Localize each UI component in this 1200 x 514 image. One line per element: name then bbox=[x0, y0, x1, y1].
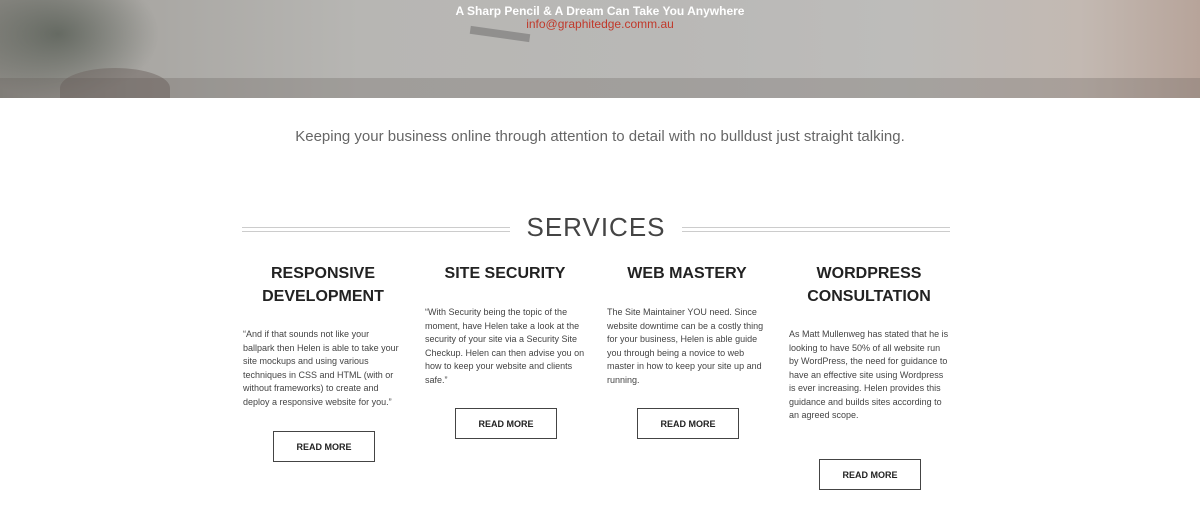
read-more-button-wordpress[interactable]: READ MORE bbox=[819, 459, 921, 490]
service-title: WORDPRESS CONSULTATION bbox=[789, 262, 949, 308]
service-title-line1: RESPONSIVE bbox=[270, 265, 376, 282]
service-description: The Site Maintainer YOU need. Since webs… bbox=[607, 307, 764, 385]
intro-text: Keeping your business online through att… bbox=[295, 128, 905, 145]
desk-surface bbox=[0, 78, 1200, 98]
read-more-button-web-mastery[interactable]: READ MORE bbox=[637, 408, 739, 439]
service-title-line1: WORDPRESS bbox=[816, 265, 922, 282]
service-site-security: SITE SECURITY “With Security being the t… bbox=[425, 262, 585, 472]
service-description: “And if that sounds not like your ballpa… bbox=[243, 329, 399, 407]
service-description: “With Security being the topic of the mo… bbox=[425, 307, 585, 385]
service-web-mastery: WEB MASTERY The Site Maintainer YOU need… bbox=[607, 262, 767, 472]
service-title-line1: SITE SECURITY bbox=[444, 265, 566, 282]
hero-banner: A Sharp Pencil & A Dream Can Take You An… bbox=[0, 0, 1200, 98]
read-more-button-responsive[interactable]: READ MORE bbox=[273, 431, 375, 462]
service-wordpress-consultation: WORDPRESS CONSULTATION As Matt Mullenweg… bbox=[789, 262, 949, 492]
hero-tagline: A Sharp Pencil & A Dream Can Take You An… bbox=[455, 4, 745, 18]
service-title: WEB MASTERY bbox=[607, 262, 767, 285]
service-title: SITE SECURITY bbox=[425, 262, 585, 285]
contact-email-link[interactable]: info@graphitedge.comm.au bbox=[0, 17, 1200, 31]
service-title-line1: WEB MASTERY bbox=[627, 265, 747, 282]
service-title: RESPONSIVE DEVELOPMENT bbox=[243, 262, 403, 308]
read-more-button-security[interactable]: READ MORE bbox=[455, 408, 557, 439]
services-heading: SERVICES bbox=[242, 212, 950, 248]
service-title-line2: DEVELOPMENT bbox=[262, 288, 384, 305]
service-title-line2: CONSULTATION bbox=[807, 288, 931, 305]
service-description: As Matt Mullenweg has stated that he is … bbox=[789, 329, 949, 420]
services-title: SERVICES bbox=[526, 212, 666, 242]
